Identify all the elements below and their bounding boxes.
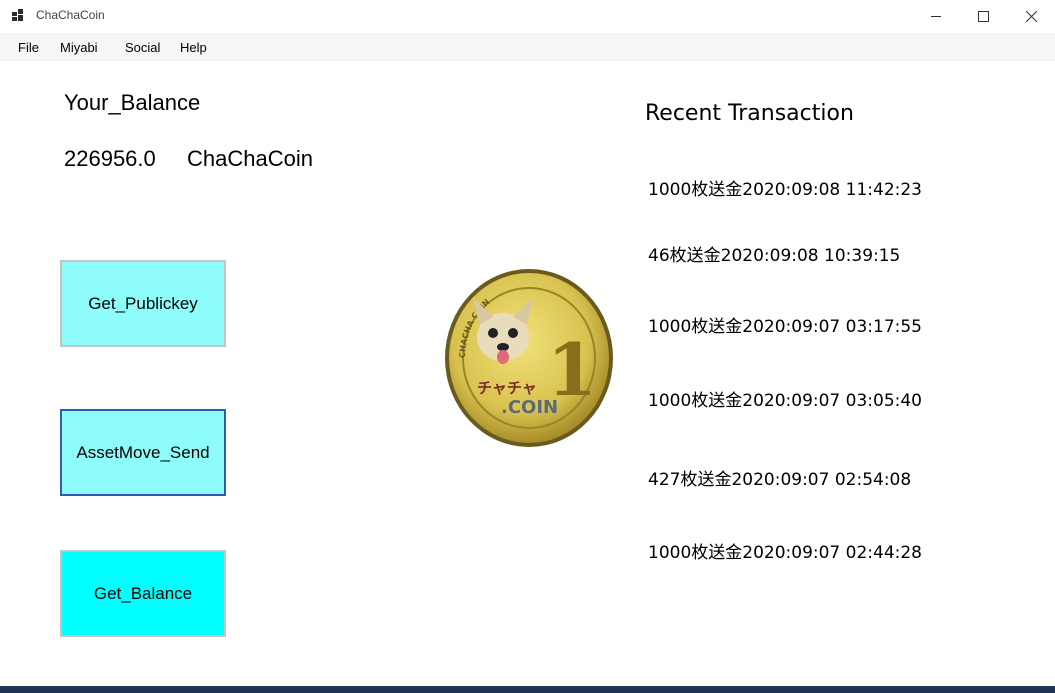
close-button[interactable] — [1008, 0, 1054, 32]
menu-file[interactable]: File — [18, 40, 39, 55]
menu-miyabi[interactable]: Miyabi — [60, 40, 98, 55]
balance-value: 226956.0 — [64, 146, 156, 171]
transaction-item: 1000枚送金2020:09:07 03:17:55 — [648, 317, 923, 337]
menu-help[interactable]: Help — [180, 40, 207, 55]
logo-coin-text: .COIN — [501, 397, 558, 418]
get-balance-button[interactable]: Get_Balance — [60, 550, 226, 637]
assetmove-send-label: AssetMove_Send — [76, 442, 210, 462]
minimize-icon — [931, 15, 941, 17]
transaction-item: 1000枚送金2020:09:08 11:42:23 — [648, 180, 923, 200]
close-icon — [1025, 10, 1037, 22]
recent-transaction-title: Recent Transaction — [645, 101, 854, 126]
assetmove-send-button[interactable]: AssetMove_Send — [60, 409, 226, 496]
maximize-button[interactable] — [960, 0, 1006, 32]
balance-title: Your_Balance — [64, 90, 201, 115]
maximize-icon — [977, 10, 989, 22]
transaction-item: 1000枚送金2020:09:07 02:44:28 — [648, 543, 923, 563]
transaction-item: 427枚送金2020:09:07 02:54:08 — [648, 470, 912, 490]
chachacoin-logo: CHACHA COIN 1 チャチャ .COIN — [445, 269, 613, 447]
transaction-item: 46枚送金2020:09:08 10:39:15 — [648, 246, 901, 266]
get-publickey-label: Get_Publickey — [88, 293, 198, 313]
menu-social[interactable]: Social — [125, 40, 160, 55]
taskbar-edge — [0, 686, 1055, 693]
transaction-item: 1000枚送金2020:09:07 03:05:40 — [648, 391, 923, 411]
app-icon — [12, 9, 24, 21]
get-balance-label: Get_Balance — [93, 583, 193, 603]
logo-katakana: チャチャ — [477, 379, 537, 397]
get-publickey-button[interactable]: Get_Publickey — [60, 260, 226, 347]
minimize-button[interactable] — [913, 0, 959, 32]
title-bar: ChaChaCoin — [0, 0, 1055, 32]
window-title: ChaChaCoin — [36, 8, 105, 22]
balance-unit: ChaChaCoin — [187, 146, 313, 171]
menu-bar: File Miyabi Social Help — [0, 33, 1055, 61]
